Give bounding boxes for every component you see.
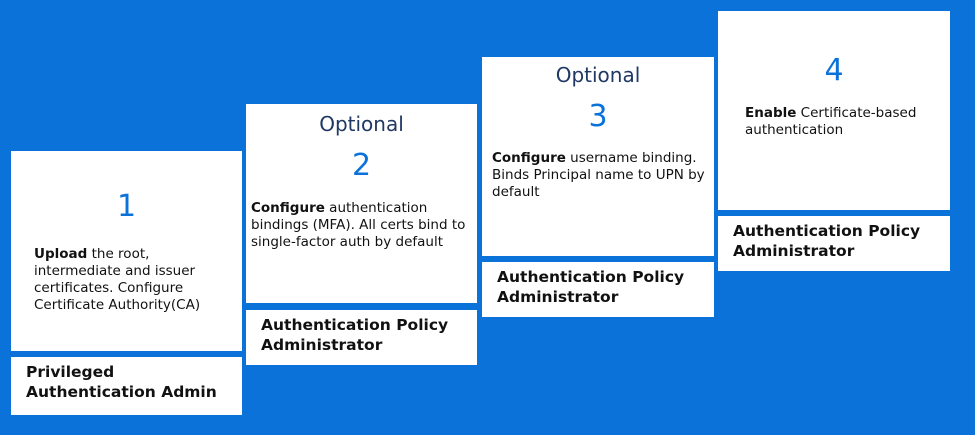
step-1-card: 1 Upload the root, intermediate and issu…	[11, 151, 242, 351]
step-4-role: Authentication Policy Administrator	[718, 216, 950, 271]
step-4-description: Enable Certificate-based authentication	[745, 105, 945, 139]
step-1-action: Upload	[34, 246, 88, 262]
step-2-number: 2	[351, 148, 372, 183]
step-1-description: Upload the root, intermediate and issuer…	[34, 246, 234, 314]
step-2-description: Configure authentication bindings (MFA).…	[251, 200, 473, 251]
step-3-number: 3	[588, 99, 608, 134]
step-2-role: Authentication Policy Administrator	[246, 310, 477, 365]
step-3-role: Authentication Policy Administrator	[482, 262, 714, 317]
step-2-action: Configure	[251, 200, 325, 216]
step-3-card: Optional 3 Configure username binding. B…	[482, 57, 714, 256]
step-2-optional-label: Optional	[319, 112, 404, 136]
certificate-auth-steps-diagram: { "steps": [ { "number": "1", "optional"…	[0, 0, 975, 435]
step-4-action: Enable	[745, 105, 797, 121]
step-1-number: 1	[116, 189, 137, 224]
step-1-role: Privileged Authentication Admin	[11, 357, 242, 415]
step-4-number: 4	[824, 53, 844, 88]
step-3-optional-label: Optional	[555, 63, 641, 87]
step-4-card: 4 Enable Certificate-based authenticatio…	[718, 11, 950, 210]
step-3-action: Configure	[492, 150, 566, 166]
step-2-card: Optional 2 Configure authentication bind…	[246, 104, 477, 303]
step-3-description: Configure username binding. Binds Princi…	[492, 150, 707, 201]
